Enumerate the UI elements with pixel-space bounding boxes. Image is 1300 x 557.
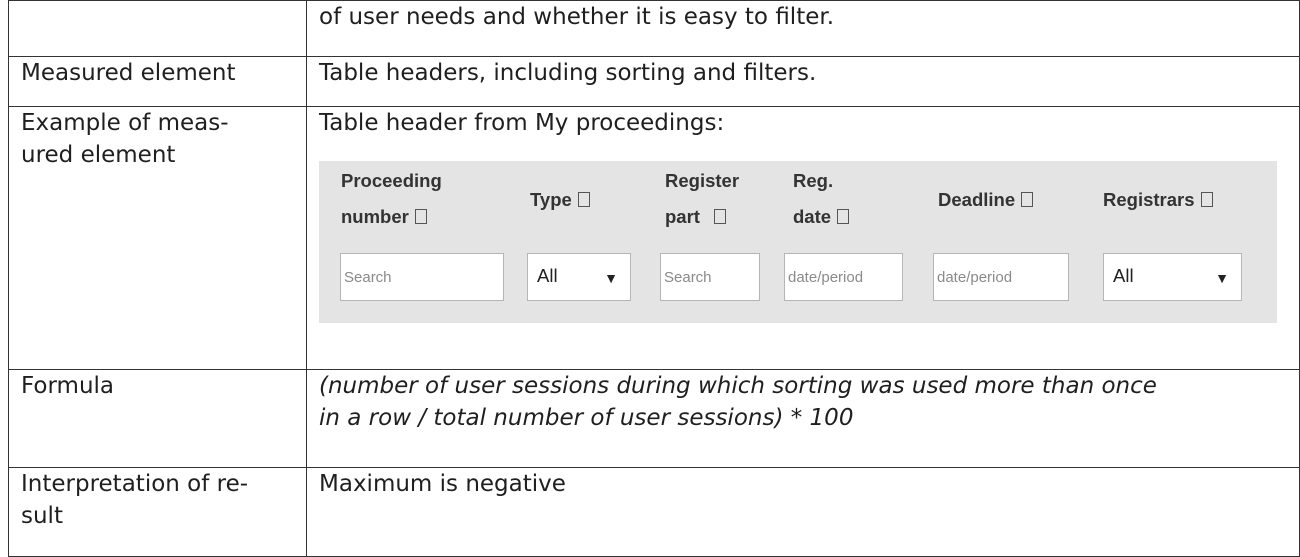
sort-icon: [577, 192, 590, 207]
table-row: of user needs and whether it is easy to …: [8, 0, 1300, 57]
row-label: Measured element: [8, 56, 307, 107]
column-header-registrars: Registrars: [1103, 182, 1213, 218]
column-header-type: Type: [530, 182, 590, 218]
row-label: Formula: [8, 369, 307, 468]
table-row: Interpretation of re- sult Maximum is ne…: [8, 467, 1300, 557]
row-value: Table header from My proceedings: Procee…: [306, 106, 1300, 370]
register-part-search-input[interactable]: Search: [660, 253, 760, 301]
table-row: Measured element Table headers, includin…: [8, 56, 1300, 107]
column-header-proceeding-number: Proceeding number: [341, 170, 442, 227]
row-label-line: ured element: [21, 142, 176, 168]
row-value: of user needs and whether it is easy to …: [306, 0, 1300, 57]
row-label: Example of meas- ured element: [8, 106, 307, 370]
sort-icon: [713, 209, 726, 224]
row-label: Interpretation of re- sult: [8, 467, 307, 557]
proceeding-number-search-input[interactable]: Search: [340, 253, 504, 301]
row-label: [8, 0, 307, 57]
example-table-header-image: Proceeding number Type Register part Reg…: [319, 161, 1277, 323]
reg-date-input[interactable]: date/period: [784, 253, 903, 301]
sort-icon: [1021, 192, 1034, 207]
dropdown-arrow-icon: ▼: [604, 270, 618, 286]
column-header-deadline: Deadline: [938, 182, 1034, 218]
sort-icon: [837, 209, 850, 224]
table-row: Formula (number of user sessions during …: [8, 369, 1300, 468]
row-value: Table headers, including sorting and fil…: [306, 56, 1300, 107]
metric-table: of user needs and whether it is easy to …: [8, 0, 1300, 557]
row-value-formula: (number of user sessions during which so…: [306, 369, 1300, 468]
sort-icon: [414, 209, 427, 224]
type-select[interactable]: All ▼: [527, 253, 631, 301]
row-value: Maximum is negative: [306, 467, 1300, 557]
column-header-register-part: Register part: [665, 170, 740, 227]
table-row: Example of meas- ured element Table head…: [8, 106, 1300, 370]
dropdown-arrow-icon: ▼: [1215, 270, 1229, 286]
deadline-input[interactable]: date/period: [933, 253, 1069, 301]
row-label-line: Example of meas-: [21, 110, 229, 136]
column-header-reg-date: Reg. date: [793, 163, 850, 235]
example-caption: Table header from My proceedings:: [319, 110, 725, 136]
registrars-select[interactable]: All ▼: [1103, 253, 1242, 301]
sort-icon: [1200, 192, 1213, 207]
